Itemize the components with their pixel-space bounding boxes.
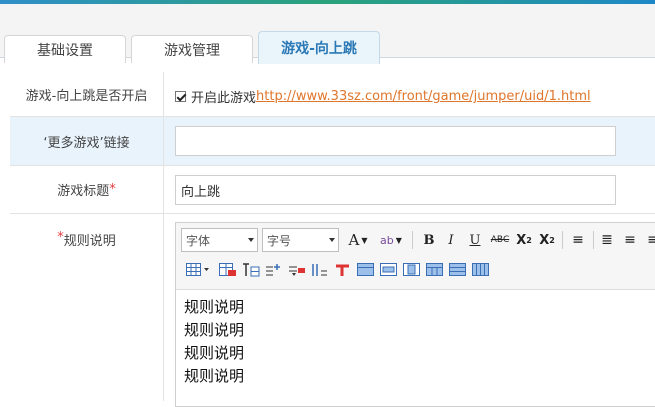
tab-basic-settings[interactable]: 基础设置 [4, 35, 126, 63]
font-family-select[interactable]: 字体 [181, 228, 258, 252]
game-title-input[interactable] [175, 175, 616, 205]
insert-column-icon[interactable] [311, 263, 329, 277]
title-label: 游戏标题 [57, 184, 110, 199]
rules-label-cell: * 规则说明 [10, 214, 164, 401]
align-left-icon[interactable]: ≣ [598, 229, 616, 251]
more-games-link-input[interactable] [175, 126, 616, 156]
bold-button[interactable]: B [420, 229, 438, 251]
split-to-cols-icon[interactable] [472, 263, 490, 277]
form-row-rules: *规则说明 字体 字号 A▼ ab▼ B I U ABC X2 X2 ≡ [10, 214, 655, 407]
content-line: 规则说明 [184, 321, 245, 339]
enable-checkbox-wrap: 开启此游戏 http://www.33sz.com/front/game/jum… [175, 87, 591, 106]
subscript-button[interactable]: X2 [538, 229, 556, 251]
editor-toolbar: 字体 字号 A ▼ ab ▼ B I U ABC X2 X2 ≡ ≣ ≡ ≡ [176, 223, 655, 290]
underline-button[interactable]: U [466, 229, 484, 251]
insert-paragraph-before-table-icon[interactable] [242, 263, 260, 277]
enable-checkbox-text: 开启此游戏 [191, 91, 257, 106]
title-required-mark: * [109, 182, 116, 197]
font-size-select-value: 字号 [267, 233, 292, 248]
font-color-button[interactable]: A ▼ [344, 229, 372, 251]
superscript-button[interactable]: X2 [515, 229, 533, 251]
font-family-select-value: 字体 [186, 233, 211, 248]
form-row-more-games: ‘更多游戏’链接 [10, 117, 655, 166]
clear-format-icon[interactable]: ≡ [569, 229, 587, 251]
delete-row-icon[interactable] [288, 263, 306, 277]
game-url-link[interactable]: http://www.33sz.com/front/game/jumper/ui… [256, 89, 591, 104]
enable-value-cell: 开启此游戏 http://www.33sz.com/front/game/jum… [165, 72, 655, 116]
chevron-down-icon [329, 238, 335, 242]
align-center-icon[interactable]: ≡ [621, 229, 639, 251]
content-line: 规则说明 [184, 298, 245, 316]
insert-row-icon[interactable] [265, 263, 283, 277]
delete-column-icon[interactable] [334, 263, 352, 277]
editor-content[interactable]: 规则说明 规则说明 规则说明 规则说明 [184, 296, 244, 388]
split-to-rows-icon[interactable] [449, 263, 467, 277]
content-line: 规则说明 [184, 344, 245, 362]
enable-checkbox[interactable] [175, 91, 186, 102]
split-cells-icon[interactable] [426, 263, 444, 277]
rules-label: 规则说明 [63, 234, 116, 249]
chevron-down-icon [248, 238, 254, 242]
title-value-cell [165, 166, 655, 213]
rich-text-editor: 字体 字号 A ▼ ab ▼ B I U ABC X2 X2 ≡ ≣ ≡ ≡ 规… [175, 222, 655, 407]
delete-table-icon[interactable] [219, 263, 237, 277]
more-games-label: ‘更多游戏’链接 [10, 117, 164, 165]
toolbar-separator [593, 231, 594, 249]
tab-game-management[interactable]: 游戏管理 [131, 35, 253, 63]
tab-strip: 基础设置 游戏管理 游戏-向上跳 [0, 4, 655, 64]
form-row-enable: 游戏-向上跳是否开启 开启此游戏 http://www.33sz.com/fro… [10, 72, 655, 117]
tab-game-jump-up[interactable]: 游戏-向上跳 [258, 31, 380, 64]
merge-down-icon[interactable] [403, 263, 421, 277]
toolbar-separator [562, 231, 563, 249]
merge-cells-icon[interactable] [357, 263, 375, 277]
strikethrough-button[interactable]: ABC [489, 229, 511, 251]
content-line: 规则说明 [184, 367, 245, 385]
more-games-value-cell [165, 117, 655, 165]
form-row-title: 游戏标题 * [10, 166, 655, 214]
italic-button[interactable]: I [442, 229, 460, 251]
highlight-color-button[interactable]: ab ▼ [376, 229, 406, 251]
insert-table-icon[interactable] [186, 263, 210, 277]
title-label-cell: 游戏标题 * [10, 166, 164, 213]
toolbar-separator [412, 231, 413, 249]
rules-value-cell: 字体 字号 A ▼ ab ▼ B I U ABC X2 X2 ≡ ≣ ≡ ≡ 规… [165, 214, 655, 407]
font-size-select[interactable]: 字号 [262, 228, 339, 252]
enable-label: 游戏-向上跳是否开启 [10, 72, 164, 116]
align-right-icon[interactable]: ≡ [644, 229, 655, 251]
merge-right-icon[interactable] [380, 263, 398, 277]
